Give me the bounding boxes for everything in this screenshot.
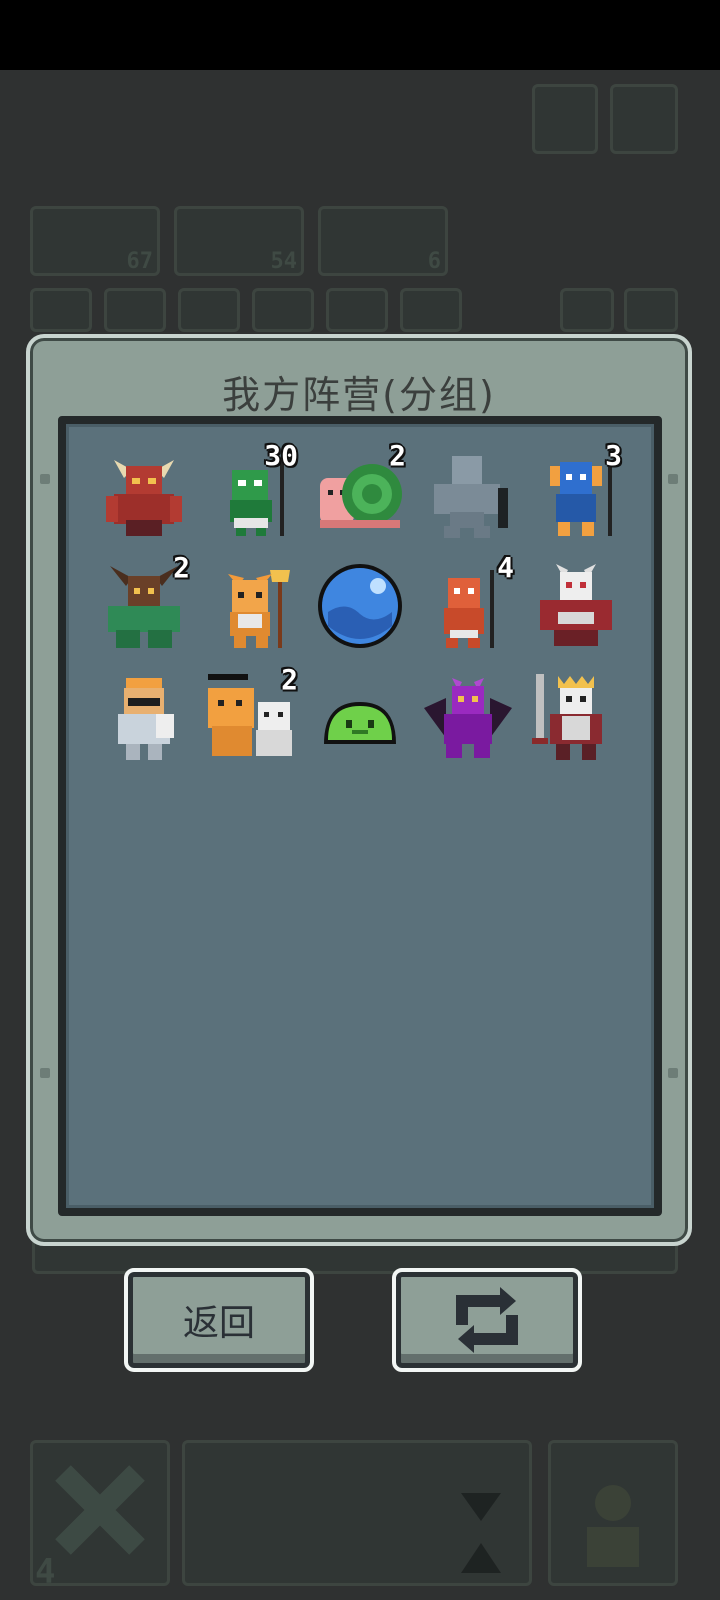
rivet xyxy=(668,474,678,484)
unit-slot-12[interactable]: 2 xyxy=(204,663,300,768)
bg-tool-8 xyxy=(624,288,678,332)
swap-arrows-icon xyxy=(456,1287,518,1353)
bg-tool-7 xyxy=(560,288,614,332)
hourglass-icon xyxy=(461,1493,501,1573)
bg-counter-1: 67 xyxy=(126,249,154,274)
person-icon xyxy=(587,1485,639,1567)
bg-resource-slot-1: 67 xyxy=(30,206,160,276)
unit-slot-7[interactable] xyxy=(204,556,300,656)
bg-wait-slot xyxy=(182,1440,532,1586)
unit-count-2: 30 xyxy=(264,439,298,472)
bg-menu-button xyxy=(610,84,678,154)
unit-slot-15[interactable] xyxy=(528,668,624,768)
status-bar xyxy=(0,0,720,70)
purple-dragon-icon xyxy=(424,678,512,758)
unit-grid-panel: 30 2 3 2 4 2 xyxy=(58,416,662,1216)
unit-slot-10[interactable] xyxy=(528,556,624,656)
unit-count-6: 2 xyxy=(173,551,190,584)
skeleton-king-icon xyxy=(532,674,602,760)
unit-slot-1[interactable] xyxy=(96,444,192,544)
water-orb-icon xyxy=(318,564,402,648)
bg-tool-2 xyxy=(104,288,166,332)
rivet xyxy=(40,1068,50,1078)
unit-count-9: 4 xyxy=(497,551,514,584)
minotaur-icon xyxy=(106,460,182,536)
unit-slot-11[interactable] xyxy=(96,668,192,768)
unit-slot-13[interactable] xyxy=(312,668,408,768)
unit-slot-9[interactable]: 4 xyxy=(420,551,516,656)
unit-slot-5[interactable]: 3 xyxy=(528,439,624,544)
bg-counter-2: 54 xyxy=(270,249,298,274)
faction-dialog: 我方阵营(分组) 30 2 3 2 4 2 xyxy=(26,334,692,1246)
unit-count-5: 3 xyxy=(605,439,622,472)
swap-button[interactable] xyxy=(392,1268,582,1372)
bg-hero-slot xyxy=(548,1440,678,1586)
fox-trident-icon xyxy=(228,570,290,648)
rivet xyxy=(668,1068,678,1078)
bg-cancel-slot: 4 xyxy=(30,1440,170,1592)
dialog-title: 我方阵营(分组) xyxy=(222,373,496,417)
bg-settings-button xyxy=(532,84,598,154)
bg-tool-5 xyxy=(326,288,388,332)
unit-count-3: 2 xyxy=(389,439,406,472)
armored-knight-icon xyxy=(118,678,174,760)
unit-slot-3[interactable]: 2 xyxy=(312,439,408,544)
back-button-label: 返回 xyxy=(182,1303,255,1344)
unit-slot-14[interactable] xyxy=(420,668,516,768)
bg-resource-slot-3: 6 xyxy=(318,206,448,276)
back-button[interactable]: 返回 xyxy=(124,1268,314,1372)
unit-count-12: 2 xyxy=(281,663,298,696)
stone-golem-icon xyxy=(434,456,508,538)
unit-slot-8[interactable] xyxy=(312,556,408,656)
bg-counter-3: 6 xyxy=(427,249,441,274)
unit-slot-6[interactable]: 2 xyxy=(96,551,192,656)
unit-slot-4[interactable] xyxy=(420,444,516,544)
bg-tool-1 xyxy=(30,288,92,332)
skull-knight-icon xyxy=(540,564,612,646)
bg-resource-slot-2: 54 xyxy=(174,206,304,276)
bg-bottom-count: 4 xyxy=(35,1552,56,1592)
bg-tool-6 xyxy=(400,288,462,332)
unit-slot-2[interactable]: 30 xyxy=(204,439,300,544)
bg-tool-4 xyxy=(252,288,314,332)
bg-tool-3 xyxy=(178,288,240,332)
green-slime-icon xyxy=(324,702,396,744)
rivet xyxy=(40,474,50,484)
